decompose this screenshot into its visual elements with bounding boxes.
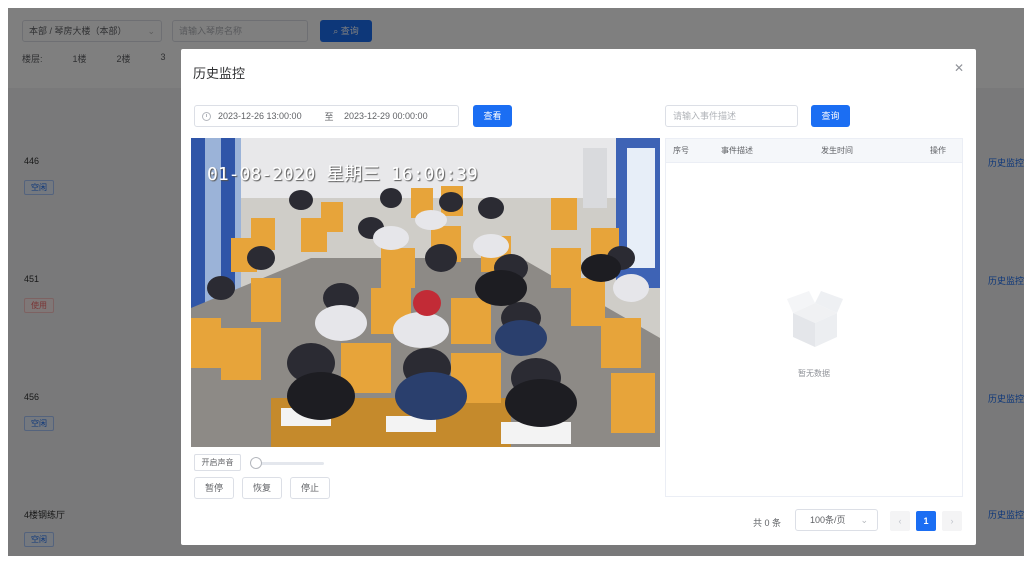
video-player[interactable]: 01-08-2020 星期三 16:00:39: [191, 138, 660, 447]
event-search-input[interactable]: 请输入事件描述: [665, 105, 798, 127]
column-header: 操作: [930, 146, 946, 155]
volume-handle[interactable]: [250, 457, 262, 469]
video-timestamp: 01-08-2020 星期三 16:00:39: [207, 164, 478, 185]
empty-box-icon: [787, 291, 843, 347]
column-header: 序号: [673, 146, 689, 155]
column-header: 事件描述: [721, 146, 753, 155]
chevron-down-icon: ⌄: [860, 515, 868, 525]
pause-button[interactable]: 暂停: [194, 477, 234, 499]
pagination-total: 共 0 条: [753, 518, 782, 528]
table-header: 序号 事件描述 发生时间 操作: [666, 139, 962, 163]
page-size-value: 100条/页: [810, 515, 846, 525]
clock-icon: [202, 111, 211, 121]
resume-button[interactable]: 恢复: [242, 477, 282, 499]
view-button[interactable]: 查看: [473, 105, 512, 127]
empty-text: 暂无数据: [798, 369, 830, 378]
range-separator: 至: [324, 111, 334, 122]
date-range-picker[interactable]: 2023-12-26 13:00:00 至 2023-12-29 00:00:0…: [194, 105, 459, 127]
history-monitor-dialog: 历史监控 ✕ 2023-12-26 13:00:00 至 2023-12-29 …: [181, 49, 976, 545]
stop-button[interactable]: 停止: [290, 477, 330, 499]
next-page-button[interactable]: ›: [942, 511, 962, 531]
volume-slider[interactable]: [250, 457, 324, 469]
prev-page-button[interactable]: ‹: [890, 511, 910, 531]
page-size-select[interactable]: 100条/页 ⌄: [795, 509, 878, 531]
end-time-input[interactable]: 2023-12-29 00:00:00: [344, 111, 454, 121]
close-icon[interactable]: ✕: [954, 61, 964, 75]
page-number-current[interactable]: 1: [916, 511, 936, 531]
volume-track: [254, 462, 324, 465]
start-time-input[interactable]: 2023-12-26 13:00:00: [218, 111, 314, 121]
dialog-title: 历史监控: [193, 66, 246, 81]
column-header: 发生时间: [821, 146, 853, 155]
event-table: 序号 事件描述 发生时间 操作 暂无数据: [665, 138, 963, 497]
enable-sound-button[interactable]: 开启声音: [194, 454, 241, 471]
event-query-button[interactable]: 查询: [811, 105, 850, 127]
